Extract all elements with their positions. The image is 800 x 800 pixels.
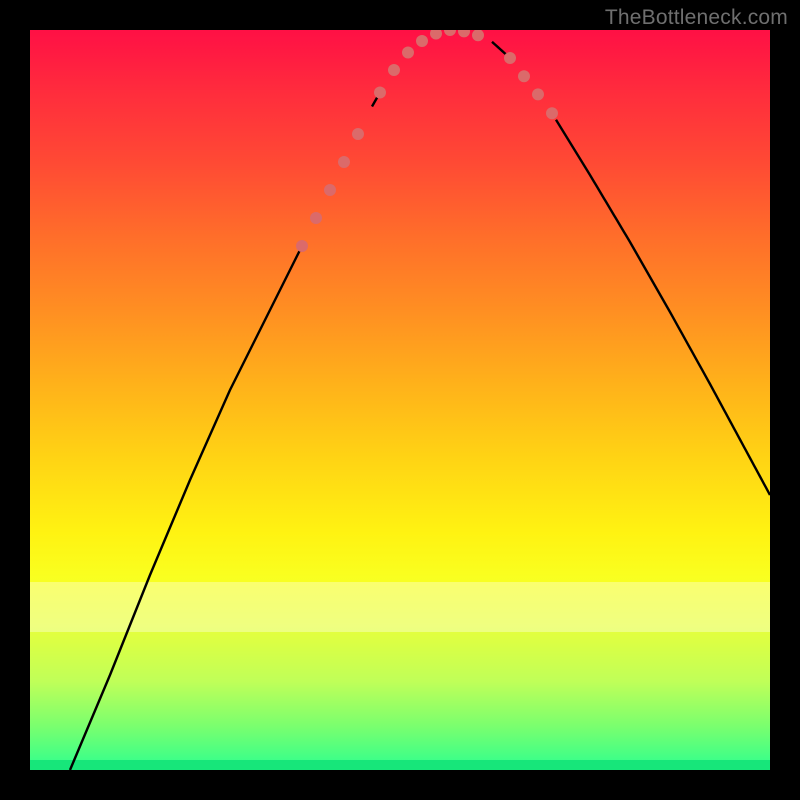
curve-svg [30,30,770,770]
curve-dot [518,70,530,82]
curve-layer [70,42,770,770]
curve-dot [402,47,414,59]
curve-dot [430,30,442,40]
curve-dot [444,30,456,36]
curve-dot [352,128,364,140]
curve-dot [296,240,308,252]
watermark-text: TheBottleneck.com [605,6,788,30]
curve-dot [458,30,470,37]
bottleneck-curve [70,42,770,770]
curve-dot [504,52,516,64]
curve-dot [472,30,484,41]
curve-dot [374,87,386,99]
curve-dot [532,88,544,100]
plot-frame [30,30,770,770]
curve-dot [416,35,428,47]
curve-dot [546,107,558,119]
curve-dot [338,156,350,168]
dots-layer [296,30,558,252]
curve-dot [388,64,400,76]
curve-dot [310,212,322,224]
curve-dot [324,184,336,196]
